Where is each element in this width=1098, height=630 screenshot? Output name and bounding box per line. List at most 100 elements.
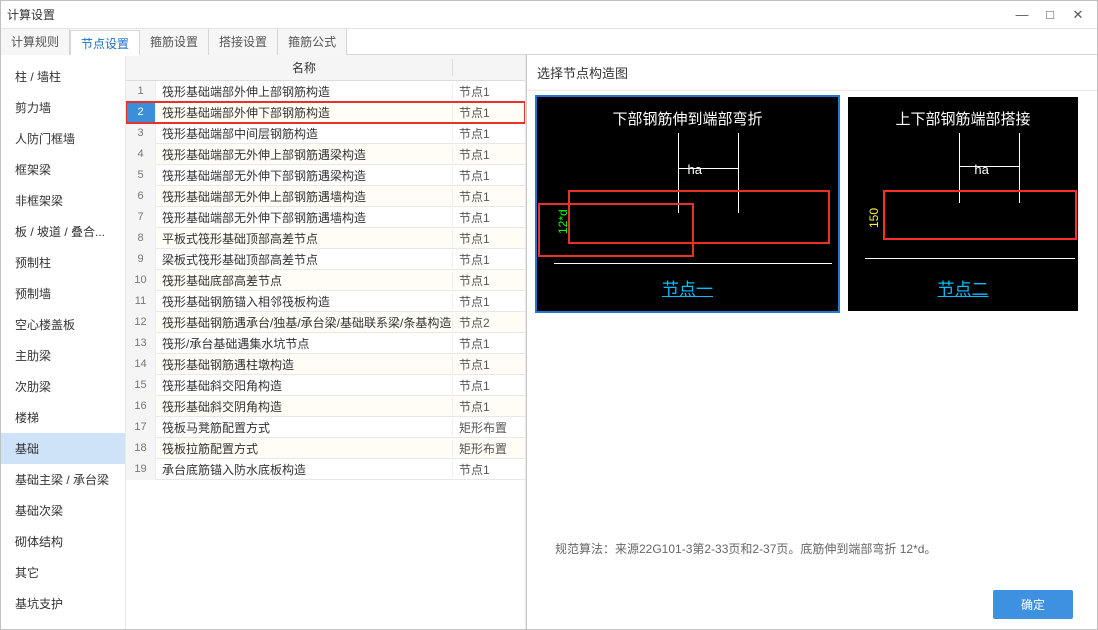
row-name: 筏板拉筋配置方式 (156, 440, 453, 457)
sidebar-item[interactable]: 基坑支护 (1, 588, 125, 619)
row-number: 10 (126, 270, 156, 291)
sidebar-item[interactable]: 主肋梁 (1, 340, 125, 371)
row-number: 11 (126, 291, 156, 312)
row-node[interactable]: 节点1 (453, 272, 525, 289)
row-number: 3 (126, 123, 156, 144)
row-number: 15 (126, 375, 156, 396)
window-title: 计算设置 (5, 6, 1015, 23)
table-row[interactable]: 15筏形基础斜交阳角构造节点1 (126, 375, 525, 396)
row-node[interactable]: 节点1 (453, 83, 525, 100)
rebar-shape (883, 190, 1077, 240)
row-node[interactable]: 节点1 (453, 356, 525, 373)
row-number: 2 (126, 102, 156, 123)
node-diagram-1[interactable]: 下部钢筋伸到端部弯折 ha 12*d 节点一 (537, 97, 838, 311)
sidebar-item[interactable]: 楼梯 (1, 402, 125, 433)
row-node[interactable]: 节点1 (453, 230, 525, 247)
table-row[interactable]: 14筏形基础钢筋遇柱墩构造节点1 (126, 354, 525, 375)
top-tabs: 计算规则 节点设置 箍筋设置 搭接设置 箍筋公式 (1, 29, 1097, 55)
row-name: 筏形基础钢筋遇承台/独基/承台梁/基础联系梁/条基构造 (156, 314, 453, 331)
table-row[interactable]: 4筏形基础端部无外伸上部钢筋遇梁构造节点1 (126, 144, 525, 165)
row-node[interactable]: 节点1 (453, 146, 525, 163)
row-name: 筏板马凳筋配置方式 (156, 419, 453, 436)
tab-calc-rules[interactable]: 计算规则 (1, 29, 70, 55)
sidebar-item[interactable]: 基础主梁 / 承台梁 (1, 464, 125, 495)
tab-lap-settings[interactable]: 搭接设置 (209, 29, 278, 55)
sidebar-item[interactable]: 人防门框墙 (1, 123, 125, 154)
vert-dim-label: 150 (867, 208, 881, 228)
row-node[interactable]: 节点2 (453, 314, 525, 331)
row-node[interactable]: 节点1 (453, 167, 525, 184)
row-name: 筏形基础斜交阳角构造 (156, 377, 453, 394)
table-row[interactable]: 13筏形/承台基础遇集水坑节点节点1 (126, 333, 525, 354)
row-number: 19 (126, 459, 156, 480)
row-number: 14 (126, 354, 156, 375)
table-row[interactable]: 16筏形基础斜交阴角构造节点1 (126, 396, 525, 417)
table-row[interactable]: 8平板式筏形基础顶部高差节点节点1 (126, 228, 525, 249)
row-node[interactable]: 节点1 (453, 188, 525, 205)
row-number: 12 (126, 312, 156, 333)
sidebar-item[interactable]: 次肋梁 (1, 371, 125, 402)
sidebar-item[interactable]: 空心楼盖板 (1, 309, 125, 340)
diagram-title: 上下部钢筋端部搭接 (849, 108, 1077, 129)
sidebar-item[interactable]: 框架梁 (1, 154, 125, 185)
table-row[interactable]: 1筏形基础端部外伸上部钢筋构造节点1 (126, 81, 525, 102)
row-node[interactable]: 节点1 (453, 377, 525, 394)
sidebar-item[interactable]: 非框架梁 (1, 185, 125, 216)
close-icon[interactable]: ✕ (1071, 7, 1085, 23)
row-name: 筏形基础端部无外伸下部钢筋遇墙构造 (156, 209, 453, 226)
table-row[interactable]: 19承台底筋锚入防水底板构造节点1 (126, 459, 525, 480)
table-row[interactable]: 18筏板拉筋配置方式矩形布置 (126, 438, 525, 459)
tab-node-settings[interactable]: 节点设置 (70, 30, 140, 56)
ok-button[interactable]: 确定 (993, 590, 1073, 619)
sidebar-item[interactable]: 预制柱 (1, 247, 125, 278)
sidebar-item[interactable]: 板 / 坡道 / 叠合... (1, 216, 125, 247)
row-node[interactable]: 节点1 (453, 398, 525, 415)
sidebar-item[interactable]: 其它 (1, 557, 125, 588)
row-node[interactable]: 矩形布置 (453, 440, 525, 457)
row-node[interactable]: 矩形布置 (453, 419, 525, 436)
table-body: 1筏形基础端部外伸上部钢筋构造节点12筏形基础端部外伸下部钢筋构造节点13筏形基… (126, 81, 525, 629)
row-node[interactable]: 节点1 (453, 209, 525, 226)
sidebar-item-foundation[interactable]: 基础 (1, 433, 125, 464)
row-number: 13 (126, 333, 156, 354)
row-name: 筏形基础端部无外伸上部钢筋遇墙构造 (156, 188, 453, 205)
col-name: 名称 (156, 59, 453, 76)
table-row[interactable]: 5筏形基础端部无外伸下部钢筋遇梁构造节点1 (126, 165, 525, 186)
table-row[interactable]: 7筏形基础端部无外伸下部钢筋遇墙构造节点1 (126, 207, 525, 228)
sidebar-item[interactable]: 基础次梁 (1, 495, 125, 526)
table-row[interactable]: 2筏形基础端部外伸下部钢筋构造节点1 (126, 102, 525, 123)
row-number: 8 (126, 228, 156, 249)
sidebar-item[interactable]: 砌体结构 (1, 526, 125, 557)
table-row[interactable]: 6筏形基础端部无外伸上部钢筋遇墙构造节点1 (126, 186, 525, 207)
row-number: 7 (126, 207, 156, 228)
node-diagram-2[interactable]: 上下部钢筋端部搭接 ha 150 节点二 (848, 97, 1078, 311)
row-number: 1 (126, 81, 156, 102)
sidebar-item[interactable]: 预制墙 (1, 278, 125, 309)
maximize-icon[interactable]: □ (1043, 7, 1057, 23)
minimize-icon[interactable]: — (1015, 7, 1029, 23)
row-node[interactable]: 节点1 (453, 461, 525, 478)
row-node[interactable]: 节点1 (453, 104, 525, 121)
tab-stirrup-settings[interactable]: 箍筋设置 (140, 29, 209, 55)
row-node[interactable]: 节点1 (453, 293, 525, 310)
table-row[interactable]: 12筏形基础钢筋遇承台/独基/承台梁/基础联系梁/条基构造节点2 (126, 312, 525, 333)
sidebar-item[interactable]: 柱 / 墙柱 (1, 61, 125, 92)
window-controls: — □ ✕ (1015, 7, 1093, 23)
table-row[interactable]: 11筏形基础钢筋锚入相邻筏板构造节点1 (126, 291, 525, 312)
ha-label: ha (688, 162, 702, 177)
right-panel-title: 选择节点构造图 (527, 55, 1097, 91)
row-name: 筏形基础底部高差节点 (156, 272, 453, 289)
tab-stirrup-formula[interactable]: 箍筋公式 (278, 29, 347, 55)
diagram-title: 下部钢筋伸到端部弯折 (538, 108, 837, 129)
sidebar-item[interactable]: 剪力墙 (1, 92, 125, 123)
row-name: 承台底筋锚入防水底板构造 (156, 461, 453, 478)
table-row[interactable]: 9梁板式筏形基础顶部高差节点节点1 (126, 249, 525, 270)
row-number: 4 (126, 144, 156, 165)
row-node[interactable]: 节点1 (453, 251, 525, 268)
row-node[interactable]: 节点1 (453, 125, 525, 142)
row-node[interactable]: 节点1 (453, 335, 525, 352)
diagram-row: 下部钢筋伸到端部弯折 ha 12*d 节点一 上下部钢筋端部搭接 (527, 91, 1097, 317)
table-row[interactable]: 10筏形基础底部高差节点节点1 (126, 270, 525, 291)
table-row[interactable]: 3筏形基础端部中间层钢筋构造节点1 (126, 123, 525, 144)
table-row[interactable]: 17筏板马凳筋配置方式矩形布置 (126, 417, 525, 438)
